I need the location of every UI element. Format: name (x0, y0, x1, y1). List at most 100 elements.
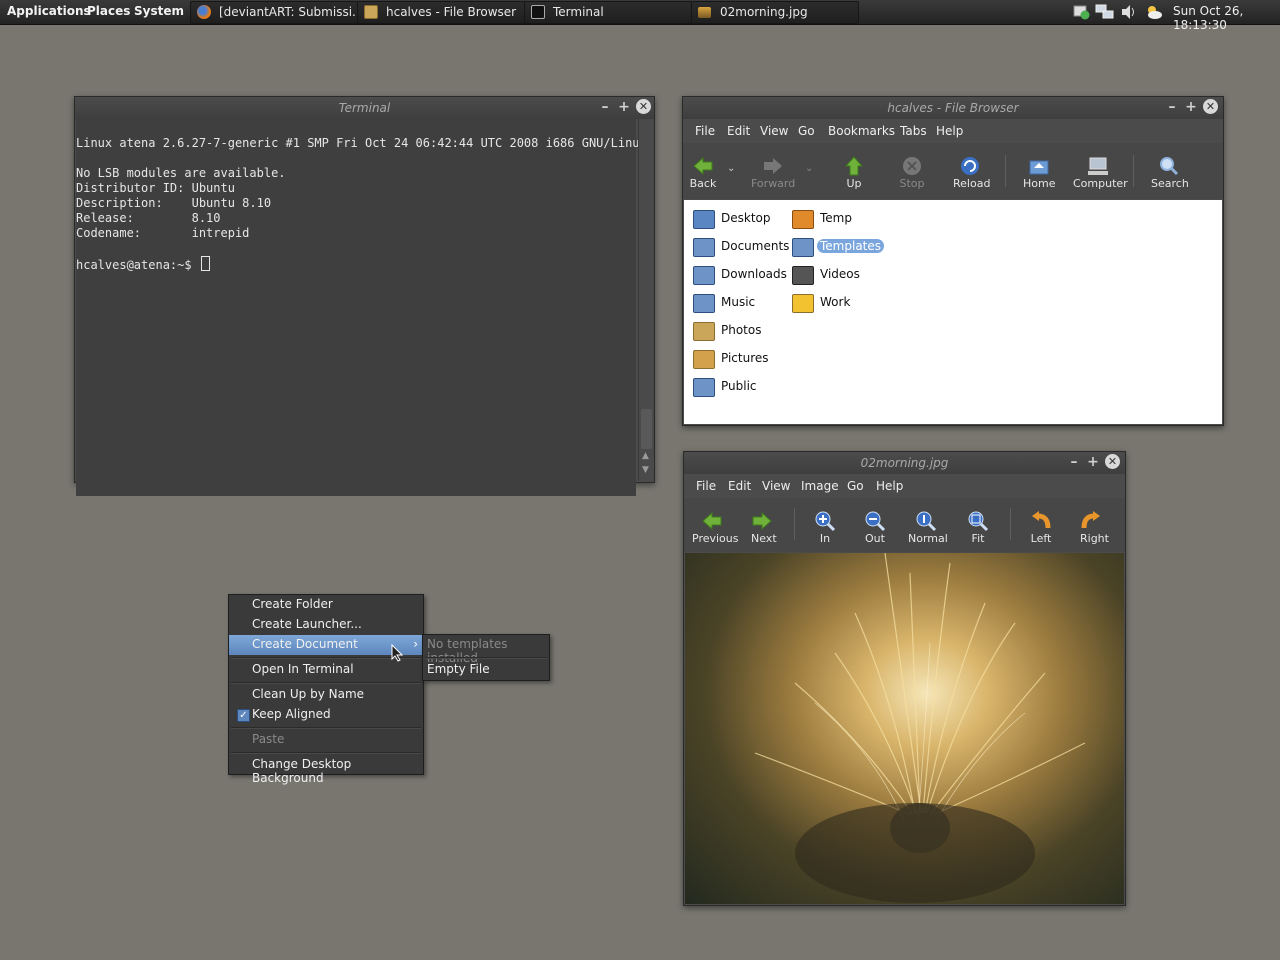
taskbar-item-image[interactable]: 02morning.jpg (691, 1, 859, 24)
menu-image[interactable]: Image (801, 479, 839, 493)
menu-help[interactable]: Help (936, 124, 963, 138)
toolbar-separator (794, 508, 795, 540)
menu-item-create-launcher[interactable]: Create Launcher... (229, 615, 423, 635)
minimize-button[interactable]: – (1164, 99, 1180, 115)
scrollbar[interactable]: ▲ ▼ (638, 119, 654, 481)
scroll-up-icon[interactable]: ▲ (642, 451, 649, 461)
close-button[interactable]: ✕ (636, 99, 651, 114)
next-button[interactable]: Next (751, 510, 777, 545)
forward-history-dropdown[interactable]: ⌄ (805, 163, 813, 174)
menu-bar: File Edit View Go Bookmarks Tabs Help (683, 119, 1223, 143)
terminal-prompt-line: hcalves@atena:~$ (76, 256, 636, 272)
menu-help[interactable]: Help (876, 479, 903, 493)
back-history-dropdown[interactable]: ⌄ (727, 163, 735, 174)
stop-button[interactable]: Stop (899, 155, 925, 190)
zoom-out-button[interactable]: Out (864, 510, 886, 545)
menu-item-empty-file[interactable]: Empty File (423, 660, 549, 680)
menu-go[interactable]: Go (798, 124, 815, 138)
back-button[interactable]: Back (689, 155, 717, 190)
image-icon (698, 7, 711, 18)
clock[interactable]: Sun Oct 26, 18:13:30 (1173, 4, 1280, 32)
zoom-normal-label: Normal (908, 532, 948, 545)
reload-button[interactable]: Reload (953, 155, 991, 190)
menu-view[interactable]: View (760, 124, 788, 138)
checkbox-checked-icon[interactable]: ✓ (237, 709, 250, 722)
home-button[interactable]: Home (1023, 155, 1055, 190)
system-menu[interactable]: System (134, 4, 184, 18)
menu-item-create-folder[interactable]: Create Folder (229, 595, 423, 615)
maximize-button[interactable]: + (1085, 454, 1101, 470)
file-view[interactable]: Desktop Documents Downloads Music Photos… (684, 200, 1222, 424)
scroll-down-icon[interactable]: ▼ (642, 465, 649, 475)
forward-arrow-icon (762, 155, 784, 177)
menu-edit[interactable]: Edit (727, 124, 750, 138)
taskbar-item-firefox[interactable]: [deviantART: Submissi... (190, 1, 358, 24)
taskbar-item-label: Terminal (553, 5, 604, 19)
desktop-folder-icon (693, 210, 715, 229)
reload-label: Reload (953, 177, 991, 190)
menu-tabs[interactable]: Tabs (900, 124, 927, 138)
rotate-left-button[interactable]: Left (1030, 510, 1052, 545)
maximize-button[interactable]: + (1183, 99, 1199, 115)
search-icon (1158, 155, 1180, 177)
menu-go[interactable]: Go (847, 479, 864, 493)
menu-item-label: Create Document (252, 637, 358, 651)
displayed-photo[interactable] (685, 553, 1124, 904)
menu-item-paste: Paste (229, 730, 423, 750)
previous-button[interactable]: Previous (692, 510, 739, 545)
places-menu[interactable]: Places (87, 4, 130, 18)
update-icon[interactable] (1073, 3, 1090, 20)
toolbar: Previous Next In Out Normal Fit Left Rig… (684, 498, 1125, 552)
computer-button[interactable]: Computer (1073, 155, 1128, 190)
terminal-line: Distributor ID: Ubuntu (76, 181, 235, 195)
weather-icon[interactable] (1145, 3, 1162, 19)
terminal-output[interactable]: Linux atena 2.6.27-7-generic #1 SMP Fri … (76, 119, 647, 496)
menu-file[interactable]: File (696, 479, 716, 493)
applications-menu[interactable]: Applications (7, 4, 91, 18)
menu-item-label: Open In Terminal (252, 662, 354, 676)
search-button[interactable]: Search (1151, 155, 1189, 190)
menu-bookmarks[interactable]: Bookmarks (828, 124, 895, 138)
up-arrow-icon (843, 155, 865, 177)
taskbar-item-terminal[interactable]: Terminal (524, 1, 692, 24)
menu-edit[interactable]: Edit (728, 479, 751, 493)
menu-file[interactable]: File (695, 124, 715, 138)
menu-item-change-background[interactable]: Change Desktop Background (229, 755, 423, 785)
close-button[interactable]: ✕ (1203, 99, 1218, 114)
terminal-titlebar[interactable]: Terminal – + ✕ (75, 97, 654, 119)
zoom-fit-button[interactable]: Fit (967, 510, 989, 545)
menu-item-keep-aligned[interactable]: ✓ Keep Aligned (229, 705, 423, 725)
taskbar-item-file-browser[interactable]: hcalves - File Browser (357, 1, 525, 24)
volume-icon[interactable] (1120, 3, 1136, 19)
rotate-left-label: Left (1030, 532, 1052, 545)
menu-view[interactable]: View (762, 479, 790, 493)
zoom-in-button[interactable]: In (814, 510, 836, 545)
network-icon[interactable] (1095, 3, 1114, 19)
terminal-line: No LSB modules are available. (76, 166, 286, 180)
back-arrow-icon (692, 155, 714, 177)
folder-label: Pictures (721, 351, 769, 365)
minimize-button[interactable]: – (597, 99, 613, 115)
minimize-button[interactable]: – (1066, 454, 1082, 470)
maximize-button[interactable]: + (616, 99, 632, 115)
up-button[interactable]: Up (843, 155, 865, 190)
submenu-arrow-icon: › (413, 637, 418, 651)
file-browser-titlebar[interactable]: hcalves - File Browser – + ✕ (683, 97, 1223, 119)
terminal-window: Terminal – + ✕ Linux atena 2.6.27-7-gene… (74, 96, 655, 496)
menu-item-label: Paste (252, 732, 285, 746)
close-button[interactable]: ✕ (1105, 454, 1120, 469)
image-viewer-titlebar[interactable]: 02morning.jpg – + ✕ (684, 452, 1125, 474)
forward-button[interactable]: Forward (751, 155, 795, 190)
work-folder-icon (792, 294, 814, 313)
menu-item-clean-up[interactable]: Clean Up by Name (229, 685, 423, 705)
scrollbar-thumb[interactable] (641, 409, 652, 449)
rotate-right-button[interactable]: Right (1080, 510, 1109, 545)
zoom-normal-button[interactable]: Normal (908, 510, 948, 545)
window-title: 02morning.jpg (860, 456, 949, 470)
computer-label: Computer (1073, 177, 1128, 190)
back-label: Back (689, 177, 717, 190)
folder-label: Public (721, 379, 757, 393)
previous-arrow-icon (701, 510, 723, 532)
